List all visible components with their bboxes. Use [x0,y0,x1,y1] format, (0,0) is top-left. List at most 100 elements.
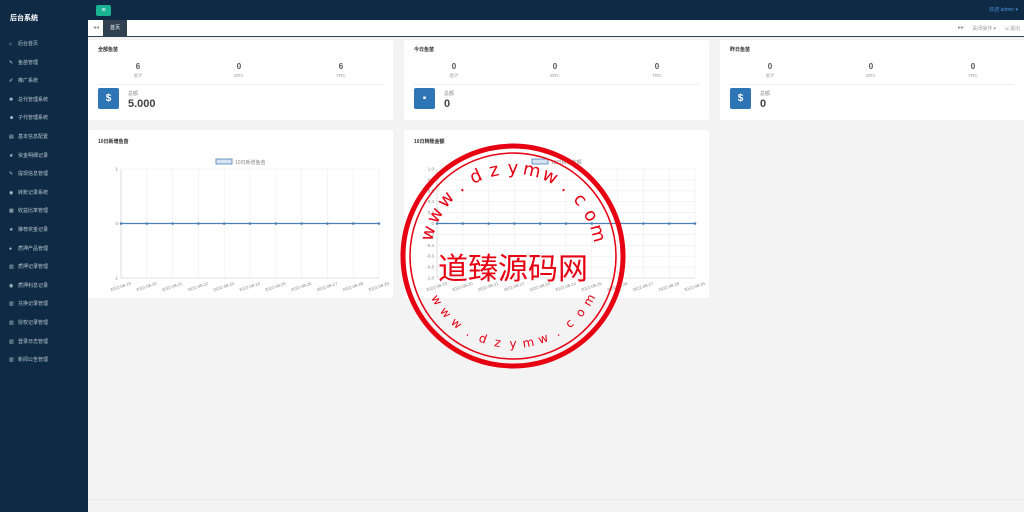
x-tick-label: 2022-08-21 [161,281,184,293]
sidebar-item-label: 提现信息管理 [18,171,49,178]
footer-divider [88,499,1024,500]
sidebar-item-5[interactable]: ☻ 子代管理系统 [0,109,88,128]
data-point [248,222,252,225]
divider [414,84,699,85]
sidebar-item-label: 收益比率管理 [18,208,49,215]
sidebar-item-label: 推荐奖金记录 [18,227,49,233]
sidebar-item-label: 授权记录管理 [18,320,49,326]
inbox-icon: ▪ [414,88,435,109]
y-tick-label: 0 [431,221,434,226]
data-point [377,222,381,225]
table-icon: ▦ [9,208,14,215]
total-label: 总额 [128,91,139,97]
tab-scroll-right-icon[interactable]: ▸▸ [958,24,964,31]
watermark-char: m [521,335,535,351]
sidebar-item-16[interactable]: ▥ 授权记录管理 [0,314,88,333]
x-tick-label: 2022-08-28 [342,281,365,293]
sidebar-item-18[interactable]: ▥ 新闻公告管理 [0,351,88,370]
total-label: 总额 [760,91,771,97]
data-point [145,222,149,225]
sidebar-item-label: 资金明细记录 [18,152,49,159]
x-tick-label: 2022-08-28 [658,281,681,293]
x-tick-label: 2022-08-23 [529,281,552,293]
tab-bar: ◂◂ 首页 ▸▸ 关闭操作 ▾ ⇲ 退出 [88,20,1024,37]
sidebar-item-label: 转账记录系统 [18,189,49,196]
x-tick-label: 2022-08-22 [503,281,526,293]
watermark-char: w [536,330,550,347]
legend-swatch [215,158,233,165]
legend-label: 10日新增鱼苗 [235,159,266,166]
x-tick-label: 2022-08-21 [477,281,500,293]
sidebar-item-13[interactable]: ▥ 质押记录管理 [0,258,88,277]
power-icon: ◉ [9,189,14,196]
sidebar-item-label: 质押产品管理 [18,245,49,252]
x-tick-label: 2022-08-25 [580,281,603,293]
divider [98,84,383,85]
watermark-char: w [448,315,465,332]
x-tick-label: 2022-08-20 [135,281,158,293]
stat-card-all: 全部鱼苗 6 总计 0 ERC 6 TRC $ 总额 5.000 [88,40,393,120]
file-icon: ▤ [9,134,14,140]
data-point [564,222,568,225]
bank-icon: ▥ [9,301,14,308]
stat-trc: 6 TRC [336,62,346,78]
x-tick-label: 2022-08-24 [239,281,262,293]
tab-scroll-left-icon[interactable]: ◂◂ [93,24,99,31]
sidebar-item-11[interactable]: ★ 推荐奖金记录 [0,221,88,240]
edit-icon: ✐ [9,78,14,85]
data-point [326,222,329,225]
line-chart-transfer-amount: 10日转账金额 1.0 0.8 0.6 0.4 0.2 0 -0.2 -0.4 -0.6 -0.8 -… [426,158,707,293]
user-menu[interactable]: 欢迎 admin ▾ [989,6,1018,13]
sidebar-item-10[interactable]: ▦ 收益比率管理 [0,202,88,221]
dollar-icon: $ [730,88,751,109]
y-tick-label: -0.6 [426,254,434,259]
close-operations-dropdown[interactable]: 关闭操作 ▾ [972,25,996,32]
line-chart-new-fish: 10日新增鱼苗10-12022-08-19 2022-08-20 2022-08-2… [110,158,390,293]
data-point [538,222,542,225]
stat-erc: 0 ERC [866,62,876,78]
sidebar-item-label: 登录日志管理 [18,338,49,345]
watermark-char: y [509,337,516,351]
sidebar-item-8[interactable]: ✎ 提现信息管理 [0,165,88,184]
bank-icon: ▥ [9,320,14,326]
stat-trc: 0 TRC [652,62,662,78]
sidebar-item-15[interactable]: ▥ 兑换记录管理 [0,295,88,314]
tab-home[interactable]: 首页 [103,20,127,37]
card-title: 今日鱼苗 [414,47,435,53]
sidebar-item-9[interactable]: ◉ 转账记录系统 [0,184,88,203]
data-point [435,222,439,225]
logout-button[interactable]: ⇲ 退出 [1004,25,1020,32]
sidebar-item-12[interactable]: ● 质押产品管理 [0,240,88,259]
data-point [667,222,671,225]
sidebar-item-17[interactable]: ▥ 登录日志管理 [0,333,88,352]
sidebar-item-4[interactable]: ✱ 总代管理系统 [0,91,88,110]
legend-label: 10日转账金额 [551,159,582,166]
sidebar-item-3[interactable]: ✐ 推广系统 [0,72,88,91]
watermark-char: w [437,304,454,321]
bank-icon: ▥ [9,357,14,364]
x-tick-label: 2022-08-24 [555,281,578,293]
wrench-icon: ✎ [9,59,14,66]
star-icon: ★ [9,152,14,159]
y-tick-label: 0.8 [428,177,435,182]
watermark-char: c [563,316,577,331]
watermark-bottom-text: www. d z y m w .com [428,291,598,351]
brand-title: 后台系统 [10,15,38,22]
watermark-char: z [493,335,502,350]
data-point [274,222,278,225]
x-tick-label: 2022-08-29 [684,281,707,293]
data-point [171,222,174,225]
sidebar-item-2[interactable]: ✎ 鱼苗管理 [0,54,88,73]
data-point [197,222,200,225]
card-title: 全部鱼苗 [98,47,119,53]
menu-toggle-button[interactable]: ≡ [96,5,111,16]
y-tick-label: 1 [115,167,118,172]
stat-erc: 0 ERC [234,62,244,78]
sidebar-item-7[interactable]: ★ 资金明细记录 [0,147,88,166]
sidebar-item-1[interactable]: ⌂ 后台首页 [0,35,88,54]
divider [730,84,1014,85]
x-tick-label: 2022-08-19 [110,281,133,293]
sidebar-item-14[interactable]: ◉ 质押利息记录 [0,277,88,296]
sidebar-item-6[interactable]: ▤ 基本信息配置 [0,128,88,147]
data-point [119,222,123,225]
